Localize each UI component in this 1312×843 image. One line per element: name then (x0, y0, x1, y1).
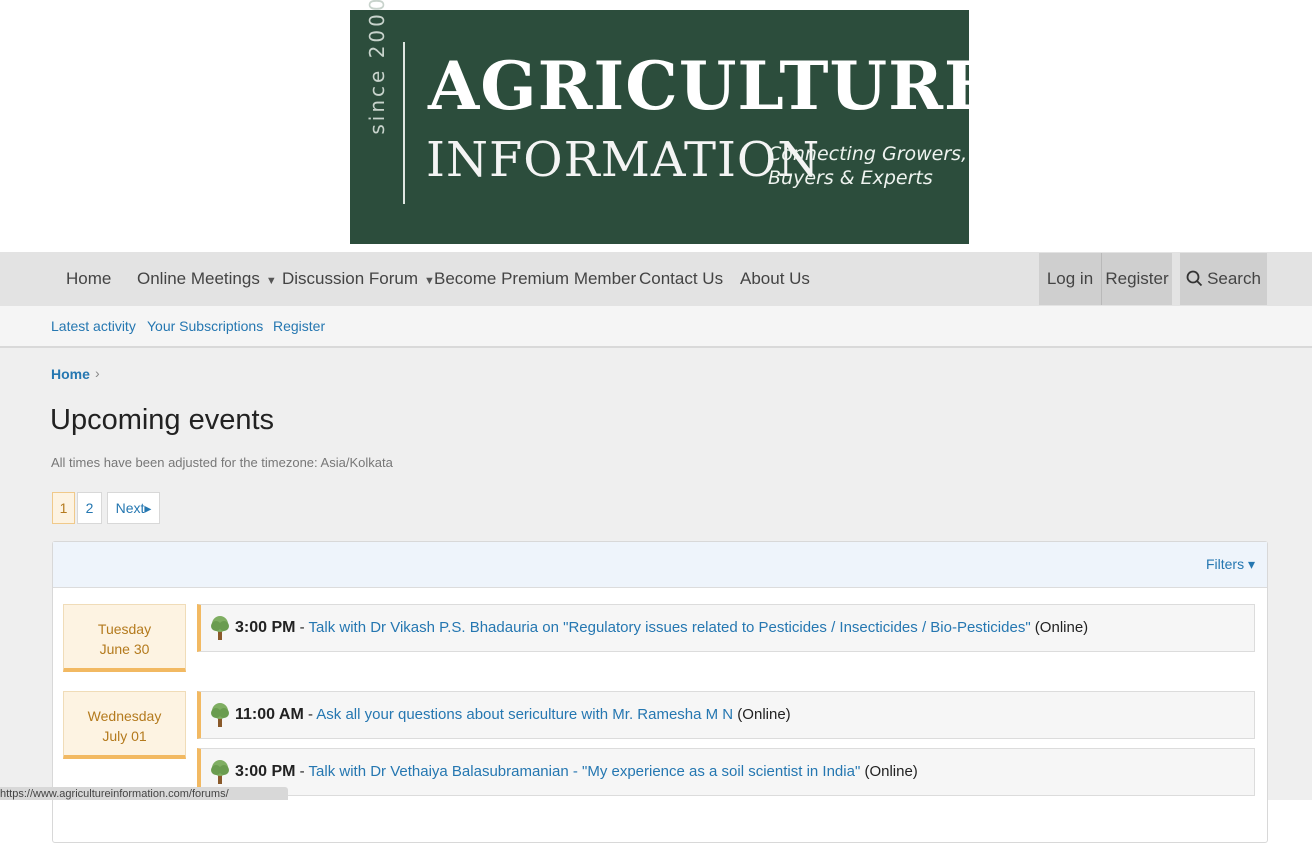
nav-about-us-label: About Us (740, 269, 810, 288)
nav-discussion-forum[interactable]: Discussion Forum ▼ (282, 252, 435, 306)
event-mode: (Online) (733, 706, 791, 723)
subnav-your-subscriptions[interactable]: Your Subscriptions (147, 306, 263, 346)
date-day: July 01 (102, 728, 147, 744)
nav-discussion-forum-label: Discussion Forum (282, 269, 419, 288)
search-icon (1186, 270, 1203, 287)
status-url: https://www.agricultureinformation.com/f… (0, 788, 229, 800)
event-text: 11:00 AM - Ask all your questions about … (235, 692, 791, 738)
event-row[interactable]: 3:00 PM - Talk with Dr Vethaiya Balasubr… (197, 748, 1255, 796)
nav-home-label: Home (66, 269, 112, 288)
nav-online-meetings[interactable]: Online Meetings ▼ (137, 252, 277, 306)
login-label: Log in (1046, 269, 1094, 288)
main-navbar: Home Online Meetings ▼ Discussion Forum ▼ … (0, 252, 1312, 306)
event-time: 3:00 PM (235, 763, 296, 780)
main-content: Home › Upcoming events All times have be… (0, 348, 1312, 843)
search-button[interactable]: Search (1180, 253, 1267, 305)
login-button[interactable]: Log in (1039, 253, 1101, 305)
event-mode: (Online) (860, 763, 918, 780)
event-title-link[interactable]: Talk with Dr Vethaiya Balasubramanian - … (309, 763, 861, 780)
register-label: Register (1105, 269, 1169, 288)
subnav-register[interactable]: Register (273, 306, 325, 346)
nav-premium-member-label: Become Premium Member (434, 269, 637, 288)
page-title: Upcoming events (50, 404, 275, 436)
date-day: June 30 (99, 641, 150, 657)
event-row[interactable]: 3:00 PM - Talk with Dr Vikash P.S. Bhada… (197, 604, 1255, 652)
event-title-link[interactable]: Ask all your questions about sericulture… (316, 706, 733, 723)
register-button[interactable]: Register (1102, 253, 1172, 305)
date-badge: Tuesday June 30 (63, 604, 186, 672)
chevron-down-icon[interactable]: ▼ (266, 275, 277, 287)
header-banner: since 2000 AGRICULTURE INFORMATION Conne… (0, 0, 1312, 252)
site-logo[interactable]: since 2000 AGRICULTURE INFORMATION Conne… (350, 0, 994, 244)
event-separator: - (295, 763, 309, 780)
logo-divider (403, 42, 405, 204)
logo-tagline-line2: Buyers & Experts (768, 167, 933, 189)
logo-title-line1: AGRICULTURE (428, 47, 996, 125)
event-text: 3:00 PM - Talk with Dr Vikash P.S. Bhada… (235, 605, 1088, 651)
event-mode: (Online) (1030, 619, 1089, 636)
nav-contact-us[interactable]: Contact Us (639, 252, 723, 306)
filters-button[interactable]: Filters ▾ (1206, 542, 1255, 587)
date-badge: Wednesday July 01 (63, 691, 186, 759)
event-time: 11:00 AM (235, 706, 304, 723)
tree-icon (211, 703, 229, 727)
next-page-button[interactable]: Next▸ (107, 492, 160, 524)
breadcrumb-home[interactable]: Home (51, 366, 90, 382)
nav-online-meetings-label: Online Meetings (137, 269, 260, 288)
page-1-button[interactable]: 1 (52, 492, 75, 524)
nav-premium-member[interactable]: Become Premium Member (434, 252, 636, 306)
logo-tagline-line1: Connecting Growers, (768, 143, 968, 165)
logo-tagline: Connecting Growers, Buyers & Experts (768, 142, 967, 190)
subnav-latest-activity[interactable]: Latest activity (51, 306, 136, 346)
logo-since-text: since 2000 (365, 0, 389, 135)
logo-title-line2: INFORMATION (426, 132, 821, 188)
event-row[interactable]: 11:00 AM - Ask all your questions about … (197, 691, 1255, 739)
events-panel-header: Filters ▾ (53, 542, 1267, 588)
nav-contact-us-label: Contact Us (639, 269, 724, 288)
event-separator: - (303, 706, 317, 723)
event-title-link[interactable]: Talk with Dr Vikash P.S. Bhadauria on "R… (309, 619, 1031, 636)
date-weekday: Tuesday (97, 621, 152, 637)
nav-home[interactable]: Home (66, 252, 111, 306)
tree-icon (211, 616, 229, 640)
browser-status-bar: https://www.agricultureinformation.com/f… (0, 787, 288, 800)
page-2-button[interactable]: 2 (77, 492, 102, 524)
event-text: 3:00 PM - Talk with Dr Vethaiya Balasubr… (235, 749, 918, 795)
nav-about-us[interactable]: About Us (740, 252, 810, 306)
search-label: Search (1207, 269, 1261, 288)
date-weekday: Wednesday (87, 708, 162, 724)
timezone-note: All times have been adjusted for the tim… (51, 455, 393, 470)
breadcrumb-separator: › (95, 365, 100, 381)
sub-navbar: Latest activity Your Subscriptions Regis… (0, 306, 1312, 348)
tree-icon (211, 760, 229, 784)
event-separator: - (295, 619, 309, 636)
event-time: 3:00 PM (235, 619, 296, 636)
